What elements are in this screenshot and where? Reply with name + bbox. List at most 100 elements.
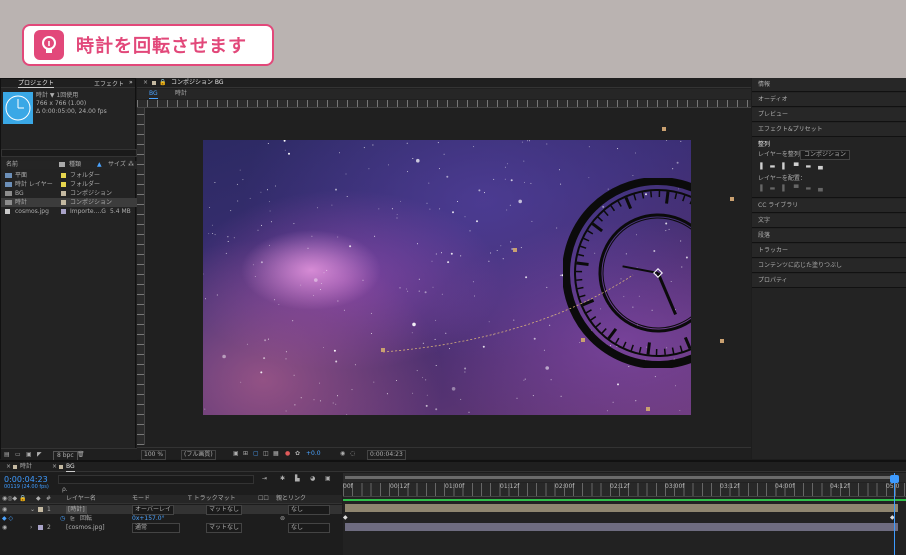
graph-icon[interactable]: ⊵ <box>70 515 75 523</box>
align-target-select[interactable]: コンポジション <box>800 150 851 160</box>
graph-editor-icon[interactable]: ▣ <box>325 475 331 483</box>
track-matte-select[interactable]: マットなし <box>206 504 243 515</box>
col-name[interactable]: 名前 <box>6 161 18 169</box>
panel-audio[interactable]: オーディオ <box>752 93 906 107</box>
project-item-selected[interactable]: 時計 コンポジション <box>1 198 137 207</box>
current-time-display[interactable]: 0:00:04:23 <box>367 450 406 460</box>
new-folder-icon[interactable]: ▭ <box>15 451 21 459</box>
transparency-grid-icon[interactable]: ▦ <box>273 450 279 458</box>
transform-handle[interactable] <box>646 407 650 411</box>
camera-icon[interactable]: ◉ <box>340 450 345 458</box>
panel-cc-libraries[interactable]: CC ライブラリ <box>752 199 906 213</box>
flowchart-icon[interactable]: ⁂ <box>128 161 134 169</box>
snapshot-icon[interactable]: ▣ <box>233 450 239 458</box>
expression-icon[interactable]: ⊚ <box>280 515 285 523</box>
panel-paragraph[interactable]: 段落 <box>752 229 906 243</box>
col-parent[interactable]: 親とリンク <box>276 495 306 503</box>
keyframe-nav-icon[interactable]: ◆ ◇ <box>2 515 13 523</box>
col-size[interactable]: サイズ <box>108 161 126 169</box>
project-search-input[interactable]: ρ. <box>1 149 137 167</box>
stopwatch-icon[interactable]: ◷ <box>60 515 65 523</box>
col-mode[interactable]: モード <box>132 495 150 503</box>
mask-visibility-icon[interactable]: ▢ <box>253 450 259 458</box>
parent-select[interactable]: なし <box>288 522 330 533</box>
exposure-value[interactable]: +0.0 <box>306 450 321 458</box>
visibility-icon[interactable]: ◉ <box>2 524 7 532</box>
visibility-icon[interactable]: ◉ <box>2 506 7 514</box>
col-track-matte[interactable]: T トラックマット <box>188 495 236 503</box>
panel-content-aware-fill[interactable]: コンテンツに応じた塗りつぶし <box>752 259 906 273</box>
rotation-value[interactable]: 0x+157.0° <box>132 515 165 523</box>
tab-effect-controls[interactable]: エフェクト <box>94 79 124 88</box>
layer-row[interactable]: ◉ ⌄ 1 [時計] オーバーレイ マットなし なし <box>0 504 342 515</box>
time-ruler[interactable]: 00f 00:12f 01:00f 01:12f 02:00f 02:12f 0… <box>343 483 906 497</box>
panel-preview[interactable]: プレビュー <box>752 108 906 122</box>
project-item[interactable]: 時計 レイヤー フォルダー <box>1 180 137 189</box>
tab-project[interactable]: プロジェクト <box>18 78 55 88</box>
resolution-select[interactable]: (フル画質) <box>181 450 216 460</box>
tab-timeline-bg[interactable]: BG <box>66 463 75 472</box>
work-area-bar[interactable] <box>343 473 906 482</box>
expand-icon[interactable]: › <box>30 524 32 532</box>
sort-ascending-icon[interactable]: ▲ <box>97 161 102 169</box>
layer-bar-cosmos[interactable] <box>345 523 898 531</box>
transform-handle[interactable] <box>730 197 734 201</box>
timeline-search-input[interactable]: ρ. <box>58 475 254 493</box>
hide-shy-layers-icon[interactable]: ▙ <box>295 475 300 483</box>
panel-overflow-icon[interactable]: » <box>129 79 133 87</box>
layer-bar-clock[interactable] <box>345 504 898 512</box>
frame-blending-icon[interactable]: ◕ <box>310 475 315 483</box>
track-matte-select[interactable]: マットなし <box>206 522 243 533</box>
close-icon[interactable]: × <box>52 463 57 471</box>
distribute-buttons[interactable]: ▐▬▌▀▬▄ <box>758 185 830 193</box>
project-settings-icon[interactable]: ◤ <box>37 451 42 459</box>
project-item[interactable]: BG コンポジション <box>1 189 137 198</box>
layer-row[interactable]: ◉ › 2 [cosmos.jpg] 通常 マットなし なし <box>0 522 342 533</box>
layer-name[interactable]: [時計] <box>66 505 87 514</box>
col-layer-name[interactable]: レイヤー名 <box>66 495 96 503</box>
transform-handle[interactable] <box>720 339 724 343</box>
region-of-interest-icon[interactable]: ◫ <box>263 450 269 458</box>
comp-flowchart-icon[interactable]: ⇥ <box>262 475 267 483</box>
grid-icon[interactable]: ⊞ <box>243 450 248 458</box>
timeline-track-area[interactable]: 00f 00:12f 01:00f 01:12f 02:00f 02:12f 0… <box>343 473 906 555</box>
tab-composition-bg[interactable]: コンポジション BG <box>171 79 224 87</box>
expand-icon[interactable]: ⌄ <box>30 506 35 514</box>
draft-3d-icon[interactable]: ✱ <box>280 475 285 483</box>
label-color-swatch[interactable] <box>38 525 43 530</box>
tab-timeline-clock[interactable]: 時計 <box>20 463 32 471</box>
keyframe-track[interactable]: ◆ ◆ <box>343 514 906 522</box>
playhead-handle[interactable] <box>890 475 899 483</box>
project-item[interactable]: cosmos.jpg Importe....G 5.4 MB <box>1 207 137 216</box>
lock-icon[interactable]: 🔒 <box>159 79 166 87</box>
mode-select[interactable]: 通常 <box>132 522 180 533</box>
zoom-select[interactable]: 100 % <box>141 450 167 460</box>
composition-canvas[interactable] <box>203 140 691 415</box>
color-management-icon[interactable]: ✿ <box>295 450 300 458</box>
panel-info[interactable]: 情報 <box>752 78 906 92</box>
playhead[interactable] <box>894 473 895 555</box>
panel-properties[interactable]: プロパティ <box>752 274 906 288</box>
interpret-footage-icon[interactable]: ▤ <box>4 451 10 459</box>
keyframe[interactable]: ◆ <box>343 514 348 522</box>
trash-icon[interactable]: 🗑 <box>77 451 85 459</box>
close-icon[interactable]: × <box>6 463 11 471</box>
align-buttons[interactable]: ▐▬▌▀▬▄ <box>758 163 830 171</box>
breadcrumb-bg[interactable]: BG <box>149 90 158 99</box>
col-type[interactable]: 種類 <box>69 161 81 169</box>
project-item[interactable]: 平面 フォルダー <box>1 171 137 180</box>
layer-name[interactable]: [cosmos.jpg] <box>66 524 105 532</box>
label-color-swatch[interactable] <box>38 507 43 512</box>
panel-character[interactable]: 文字 <box>752 214 906 228</box>
mode-select[interactable]: オーバーレイ <box>132 504 174 515</box>
panel-tracker[interactable]: トラッカー <box>752 244 906 258</box>
timeline-current-time[interactable]: 0:00:04:23 <box>4 475 48 484</box>
panel-effects-presets[interactable]: エフェクト&プリセット <box>752 123 906 137</box>
breadcrumb-clock[interactable]: 時計 <box>175 90 187 98</box>
parent-select[interactable]: なし <box>288 504 330 515</box>
channel-icon[interactable]: ● <box>285 450 290 458</box>
new-composition-icon[interactable]: ▣ <box>26 451 32 459</box>
close-icon[interactable]: × <box>143 79 148 87</box>
show-snapshot-icon[interactable]: ◌ <box>350 450 355 458</box>
transform-handle[interactable] <box>662 127 666 131</box>
